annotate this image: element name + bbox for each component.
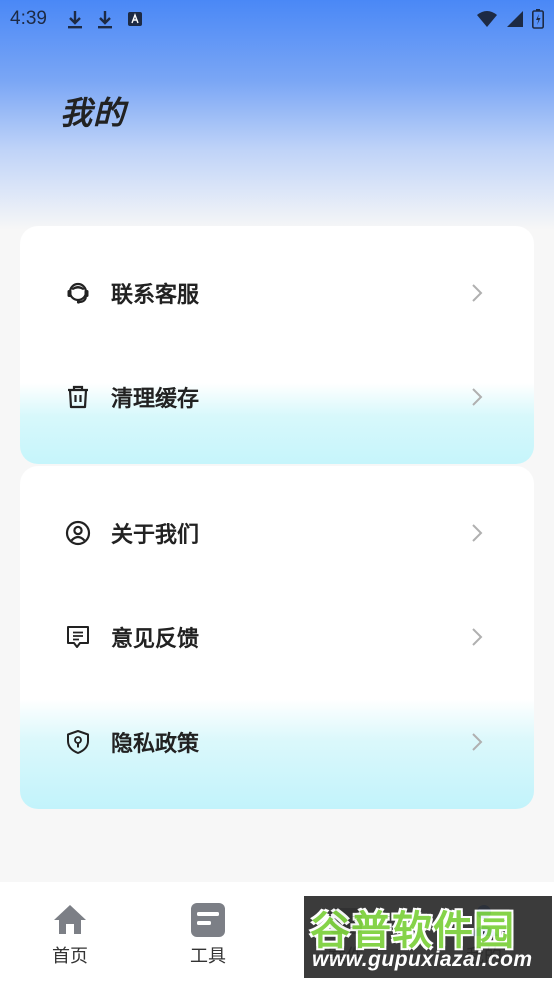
download-icon [67,11,82,29]
user-circle-icon [65,520,91,546]
chevron-right-icon [472,524,483,542]
tools-icon [191,903,225,937]
feedback-icon [65,624,91,650]
watermark-overlay: 谷普软件园 www.gupuxiazai.com [304,896,552,978]
menu-item-feedback[interactable]: 意见反馈 [20,607,534,667]
nav-tab-tools[interactable]: 工具 [168,900,248,968]
page-title: 我的 [60,94,127,132]
menu-item-label: 隐私政策 [111,732,200,757]
menu-item-clear-cache[interactable]: 清理缓存 [20,367,534,427]
menu-item-label: 联系客服 [111,283,200,308]
nav-label: 首页 [52,946,88,967]
menu-item-contact-service[interactable]: 联系客服 [20,263,534,323]
keyboard-a-icon [127,12,142,26]
watermark-url: www.gupuxiazai.com [312,948,533,971]
signal-icon [507,11,523,27]
download-icon [97,11,112,29]
headset-icon [65,280,91,306]
trash-icon [65,384,91,410]
menu-item-label: 清理缓存 [111,387,200,412]
chevron-right-icon [472,388,483,406]
menu-card-secondary: 关于我们 意见反馈 隐私政策 [20,466,534,809]
chevron-right-icon [472,628,483,646]
menu-item-label: 意见反馈 [111,627,200,652]
chevron-right-icon [472,284,483,302]
menu-item-about-us[interactable]: 关于我们 [20,503,534,563]
status-time: 4:39 [10,8,47,29]
chevron-right-icon [472,733,483,751]
battery-icon [532,9,544,29]
shield-icon [65,729,91,755]
status-bar: 4:39 [0,0,554,38]
nav-tab-home[interactable]: 首页 [30,900,110,968]
nav-label: 工具 [190,946,226,967]
menu-card-primary: 联系客服 清理缓存 [20,226,534,464]
wifi-icon [477,11,497,27]
menu-item-privacy-policy[interactable]: 隐私政策 [20,712,534,772]
menu-item-label: 关于我们 [111,523,200,548]
home-icon [54,905,86,934]
